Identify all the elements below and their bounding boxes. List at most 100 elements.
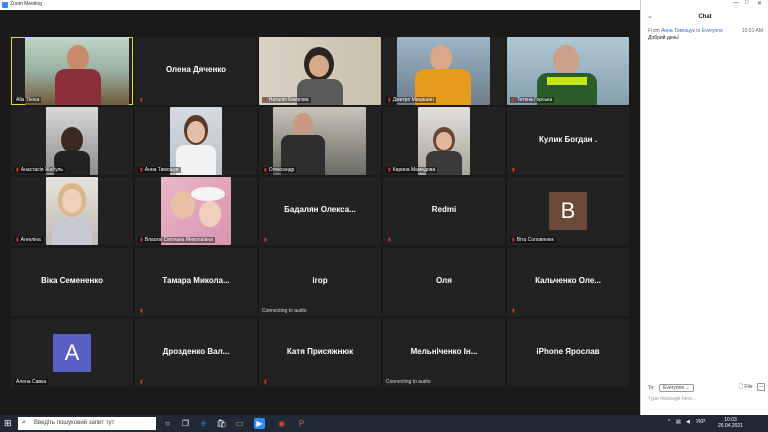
window-title: Zoom Meeting <box>10 1 42 7</box>
tray-chevron-icon[interactable]: ^ <box>668 419 670 425</box>
face-shape <box>309 55 329 77</box>
windows-start-icon[interactable]: ⊞ <box>4 419 13 428</box>
file-explorer-icon[interactable]: ▭ <box>234 418 245 429</box>
participant-label: ▮ Ангеліна <box>14 237 43 243</box>
gallery-view: Alla Tkova Олена Дяченко ▮ ▮ Наталія Бекі… <box>0 10 640 415</box>
participant-name: Оля <box>436 276 452 285</box>
face-shape <box>199 201 221 227</box>
avatar: В <box>549 192 587 230</box>
participant-tile[interactable]: Дрозденко Вал... ▮ <box>135 319 257 387</box>
participant-tile[interactable]: Віка Семененко <box>11 248 133 316</box>
mic-muted-icon: ▮ <box>140 379 143 385</box>
search-placeholder: Введіть пошуковий запит тут <box>34 420 115 426</box>
participant-tile[interactable]: Мельніченко Ін... Connecting to audio <box>383 319 505 387</box>
face-shape <box>436 132 452 150</box>
participant-tile[interactable]: ▮ Ангеліна <box>11 177 133 245</box>
store-icon[interactable]: 🛍 <box>216 418 227 429</box>
volume-icon[interactable]: ◀ <box>686 419 690 425</box>
participant-tile[interactable]: ▮ Наталія Бекірова <box>259 37 381 105</box>
participant-label: ▮ Дмитро Мицишин <box>386 97 436 103</box>
body-shape <box>52 217 92 245</box>
participant-tile[interactable]: Кулик Богдан . ▮ <box>507 107 629 175</box>
chat-title: Chat <box>698 14 712 20</box>
powerpoint-icon[interactable]: P <box>296 418 307 429</box>
close-icon[interactable]: ✕ <box>757 0 762 7</box>
participant-tile[interactable]: Катя Присяжнюк ▮ <box>259 319 381 387</box>
participant-name: iPhone Ярослав <box>536 347 600 356</box>
participant-tile[interactable]: ▮ Власюк Світлана Миколаївна <box>135 177 257 245</box>
cortana-icon[interactable]: ○ <box>162 418 173 429</box>
chrome-icon[interactable]: ◉ <box>276 418 287 429</box>
body-shape <box>55 69 101 105</box>
participant-tile[interactable]: ▮ Анна Тимощук <box>135 107 257 175</box>
taskbar: ⊞ ⌕ Введіть пошуковий запит тут ○ ❐ e 🛍 … <box>0 415 768 432</box>
face-shape <box>553 45 579 75</box>
taskbar-search[interactable]: ⌕ Введіть пошуковий запит тут <box>18 417 156 430</box>
mic-muted-icon: ▮ <box>140 97 143 103</box>
participant-tile[interactable]: А Алена Савка <box>11 319 133 387</box>
participant-name: Дрозденко Вал... <box>162 347 230 356</box>
participant-label: ▮ Наталія Бекірова <box>262 97 311 103</box>
participant-tile[interactable]: Redmi ▮ <box>383 177 505 245</box>
scarf-shape <box>547 77 587 85</box>
recipient-select[interactable]: Everyone ⌄ <box>659 384 694 392</box>
participant-video <box>46 107 98 175</box>
body-shape <box>176 145 216 175</box>
participant-video <box>397 37 490 105</box>
participant-tile[interactable]: Тамара Микола... ▮ <box>135 248 257 316</box>
participant-tile[interactable]: ▮ Дмитро Мицишин <box>383 37 505 105</box>
participant-tile[interactable]: ▮ Анастасія Жабуль <box>11 107 133 175</box>
search-icon: ⌕ <box>22 419 26 426</box>
participant-tile[interactable]: ▮ Олександр <box>259 107 381 175</box>
participant-name: Мельніченко Ін... <box>410 347 478 356</box>
message-recipient: Everyone <box>701 28 723 34</box>
participant-tile[interactable]: ігор Connecting to audio <box>259 248 381 316</box>
participant-name: Віка Семененко <box>40 276 104 285</box>
connecting-audio-status: Connecting to audio <box>262 308 307 314</box>
participant-tile[interactable]: Кальченко Оле... ▮ <box>507 248 629 316</box>
chat-input[interactable]: Type message here... <box>648 396 696 402</box>
network-icon[interactable]: ▤ <box>676 419 681 425</box>
zoom-taskbar-icon[interactable]: ▶ <box>254 418 265 429</box>
mic-muted-icon: ▮ <box>388 237 391 243</box>
face-shape <box>61 127 83 153</box>
edge-icon[interactable]: e <box>198 418 209 429</box>
message-sender: Анна Тимощук <box>661 28 695 34</box>
hat-shape <box>191 187 225 201</box>
participant-tile[interactable]: Оля <box>383 248 505 316</box>
face-shape <box>62 189 82 213</box>
face-shape <box>187 121 205 143</box>
chat-panel: — □ ✕ ⌄ Chat From Анна Тимощук to Everyo… <box>640 0 768 415</box>
more-icon[interactable]: … <box>757 383 765 391</box>
clock[interactable]: 10:03 26.04.2021 <box>718 417 743 429</box>
participant-tile[interactable]: Бадалян Олекса... ▮ <box>259 177 381 245</box>
participant-label: ▮ Віта Соловянюк <box>510 237 556 243</box>
participant-tile[interactable]: Олена Дяченко ▮ <box>135 37 257 105</box>
participant-name: Кулик Богдан . <box>539 135 597 144</box>
participant-tile[interactable]: iPhone Ярослав <box>507 319 629 387</box>
participant-name: ігор <box>312 276 328 285</box>
recipient-row: To: Everyone ⌄ <box>648 384 694 392</box>
participant-tile[interactable]: ▮ Карина Мамедова <box>383 107 505 175</box>
message-time: 10:01 AM <box>741 28 763 34</box>
participant-name: Катя Присяжнюк <box>286 347 354 356</box>
participant-label: Alla Tkova <box>14 97 42 103</box>
participant-label: ▮ Анастасія Жабуль <box>14 167 65 173</box>
participant-video <box>259 37 381 105</box>
task-view-icon[interactable]: ❐ <box>180 418 191 429</box>
participant-video <box>46 177 98 245</box>
participant-video <box>507 37 629 105</box>
language-indicator[interactable]: УКР <box>696 419 705 425</box>
participant-tile[interactable]: Alla Tkova <box>11 37 133 105</box>
participant-tile[interactable]: В ▮ Віта Соловянюк <box>507 177 629 245</box>
participant-tile[interactable]: ▮ Тетяна Горська <box>507 37 629 105</box>
file-button[interactable]: 🗋 File <box>739 384 752 392</box>
minimize-icon[interactable]: — <box>733 0 739 6</box>
participant-label: ▮ Анна Тимощук <box>138 167 181 173</box>
message-header: From Анна Тимощук to Everyone <box>648 28 723 34</box>
participant-video <box>170 107 222 175</box>
maximize-icon[interactable]: □ <box>745 0 749 6</box>
connecting-audio-status: Connecting to audio <box>386 379 431 385</box>
face-shape <box>293 113 313 137</box>
participant-name: Олена Дяченко <box>165 65 227 74</box>
